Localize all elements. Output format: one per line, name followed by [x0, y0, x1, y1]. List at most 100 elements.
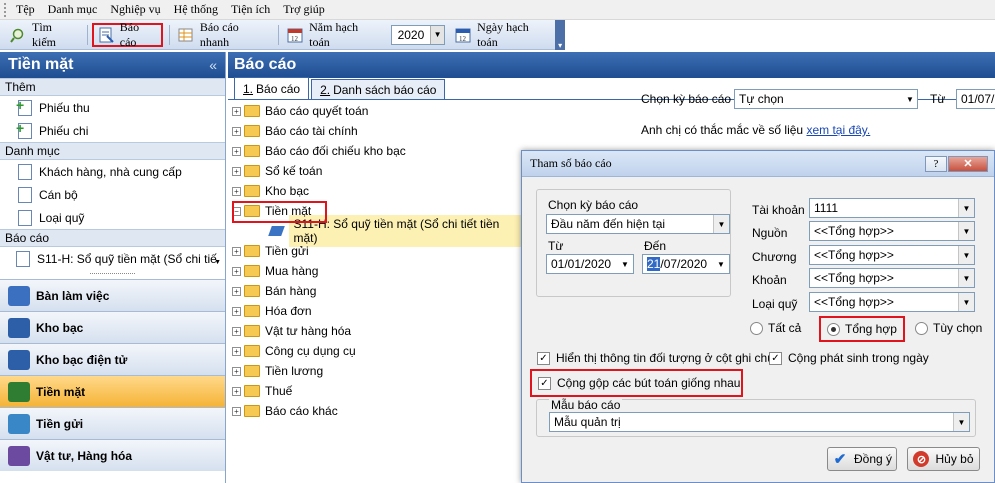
collapse-icon[interactable]: « [209, 57, 217, 73]
tree-node-cash[interactable]: − Tiền mặt [232, 201, 522, 223]
merge-entries-checkbox[interactable]: ✓ Cộng gộp các bút toán giống nhau [530, 369, 743, 397]
expand-icon[interactable]: + [232, 106, 241, 116]
radio-summary-button[interactable] [827, 322, 840, 336]
chevron-down-icon[interactable]: ▼ [958, 222, 974, 240]
report-button[interactable]: Báo cáo [91, 20, 163, 49]
menu-system[interactable]: Hệ thống [172, 2, 220, 17]
quick-report-button[interactable]: Báo cáo nhanh [174, 20, 272, 49]
cash-book-report-item[interactable]: S11-H: Sổ quỹ tiền mặt (Sổ chi tiế ▼ [0, 247, 225, 270]
staff-item[interactable]: Cán bộ [0, 183, 225, 206]
dialog-from-date[interactable]: 01/01/2020 ▼ [546, 254, 634, 274]
menu-catalog[interactable]: Danh mục [46, 2, 100, 17]
ok-button[interactable]: ✔ Đồng ý [827, 447, 897, 471]
nav-inventory[interactable]: Vật tư, Hàng hóa [0, 439, 225, 471]
chevron-down-icon[interactable]: ▼ [617, 255, 633, 273]
radio-custom[interactable]: Tùy chọn [915, 321, 982, 335]
customer-supplier-item[interactable]: Khách hàng, nhà cung cấp [0, 160, 225, 183]
tree-node[interactable]: + Vật tư hàng hóa [232, 321, 522, 341]
tree-node[interactable]: + Hóa đơn [232, 301, 522, 321]
receipt-item[interactable]: Phiếu thu [0, 96, 225, 119]
checkbox-checked[interactable]: ✓ [538, 376, 551, 390]
from-date-input[interactable]: 01/07/ [956, 89, 995, 109]
menu-help[interactable]: Trợ giúp [281, 2, 327, 17]
tab-report-list[interactable]: 2. Danh sách báo cáo [311, 79, 446, 99]
tree-node[interactable]: + Thuế [232, 381, 522, 401]
tree-node[interactable]: + Báo cáo khác [232, 401, 522, 421]
help-button[interactable]: ? [925, 155, 947, 172]
cancel-button[interactable]: ⊘ Hủy bỏ [907, 447, 980, 471]
chevron-down-icon[interactable]: ▼ [903, 90, 917, 108]
item-select[interactable]: <<Tổng hợp>> ▼ [809, 268, 975, 288]
nav-cash[interactable]: Tiền mặt [0, 375, 225, 407]
chevron-down-icon[interactable]: ▼ [953, 413, 969, 431]
radio-all-button[interactable] [750, 321, 763, 335]
expand-icon[interactable]: + [232, 186, 241, 196]
nav-treasury[interactable]: Kho bạc [0, 311, 225, 343]
expand-icon[interactable]: + [232, 406, 241, 416]
tree-leaf-cash-book[interactable]: S11-H: Sổ quỹ tiền mặt (Sổ chi tiết tiền… [232, 215, 522, 247]
chevron-down-icon[interactable]: ▼ [958, 199, 974, 217]
checkbox-checked[interactable]: ✓ [537, 351, 550, 365]
expand-icon[interactable]: + [232, 246, 241, 256]
menu-utilities[interactable]: Tiện ích [229, 2, 272, 17]
nav-deposit[interactable]: Tiền gửi [0, 407, 225, 439]
chevron-down-icon[interactable]: ▼ [958, 293, 974, 311]
daily-total-checkbox[interactable]: ✓ Cộng phát sinh trong ngày [769, 351, 929, 365]
chevron-down-icon[interactable]: ▼ [958, 246, 974, 264]
radio-all[interactable]: Tất cả [750, 321, 801, 335]
radio-custom-button[interactable] [915, 321, 928, 335]
tree-node[interactable]: + Báo cáo quyết toán [232, 101, 522, 121]
expand-icon[interactable]: + [232, 266, 241, 276]
fiscal-year-select[interactable]: 2020 ▼ [390, 24, 446, 45]
expand-icon[interactable]: + [232, 346, 241, 356]
dialog-to-date[interactable]: 21/07/2020 ▼ [642, 254, 730, 274]
toolbar-overflow-button[interactable]: ▾ [555, 19, 565, 50]
dialog-period-select[interactable]: Đầu năm đến hiện tại ▼ [546, 214, 730, 234]
tree-node[interactable]: + Bán hàng [232, 281, 522, 301]
expand-icon[interactable]: + [232, 166, 241, 176]
account-label: Tài khoản [752, 203, 805, 217]
tree-node[interactable]: + Báo cáo tài chính [232, 121, 522, 141]
expand-icon[interactable]: + [232, 326, 241, 336]
chevron-down-icon[interactable]: ▼ [713, 215, 729, 233]
search-button[interactable]: Tìm kiếm [6, 20, 81, 49]
template-select[interactable]: Mẫu quản trị ▼ [549, 412, 970, 432]
tab-report[interactable]: 1. Báo cáo [234, 77, 310, 99]
chevron-down-icon[interactable]: ▼ [958, 269, 974, 287]
nav-cash-label: Tiền mặt [36, 384, 86, 399]
source-select[interactable]: <<Tổng hợp>> ▼ [809, 221, 975, 241]
expand-icon[interactable]: + [232, 126, 241, 136]
fund-select[interactable]: <<Tổng hợp>> ▼ [809, 292, 975, 312]
checkbox-checked[interactable]: ✓ [769, 351, 782, 365]
expand-icon[interactable]: + [232, 306, 241, 316]
nav-desk[interactable]: Bàn làm việc [0, 279, 225, 311]
expand-icon[interactable]: + [232, 386, 241, 396]
expand-icon[interactable]: + [232, 366, 241, 376]
fund-type-item[interactable]: Loại quỹ [0, 206, 225, 229]
show-object-checkbox[interactable]: ✓ Hiển thị thông tin đối tượng ở cột ghi … [537, 351, 774, 365]
tree-node-label: Vật tư hàng hóa [265, 324, 352, 338]
menu-operations[interactable]: Nghiệp vụ [108, 2, 162, 17]
account-select[interactable]: 1111 ▼ [809, 198, 975, 218]
nav-e-treasury[interactable]: Kho bạc điện tử [0, 343, 225, 375]
tree-node[interactable]: + Tiền lương [232, 361, 522, 381]
see-here-link[interactable]: xem tại đây. [806, 123, 870, 137]
period-select[interactable]: Tự chọn ▼ [734, 89, 918, 109]
chevron-down-icon[interactable]: ▼ [430, 25, 445, 44]
tree-node[interactable]: + Công cụ dụng cụ [232, 341, 522, 361]
close-button[interactable]: ✕ [948, 155, 988, 172]
expand-icon[interactable]: + [232, 286, 241, 296]
tree-node[interactable]: + Kho bạc [232, 181, 522, 201]
payment-item[interactable]: Phiếu chi [0, 119, 225, 142]
chapter-select[interactable]: <<Tổng hợp>> ▼ [809, 245, 975, 265]
expand-icon[interactable]: + [232, 146, 241, 156]
chevron-down-icon[interactable]: ▼ [713, 255, 729, 273]
posting-date-button[interactable]: 12 Ngày hạch toán [451, 20, 553, 49]
menu-file[interactable]: Tệp [14, 2, 37, 17]
radio-summary[interactable]: Tổng hợp [819, 316, 905, 342]
tree-node[interactable]: + Sổ kế toán [232, 161, 522, 181]
tree-node[interactable]: + Mua hàng [232, 261, 522, 281]
tree-node[interactable]: + Báo cáo đối chiếu kho bạc [232, 141, 522, 161]
scroll-down-icon[interactable]: ▼ [214, 259, 221, 266]
left-panel: Tiền mặt « Thêm Phiếu thu Phiếu chi Danh… [0, 52, 226, 483]
